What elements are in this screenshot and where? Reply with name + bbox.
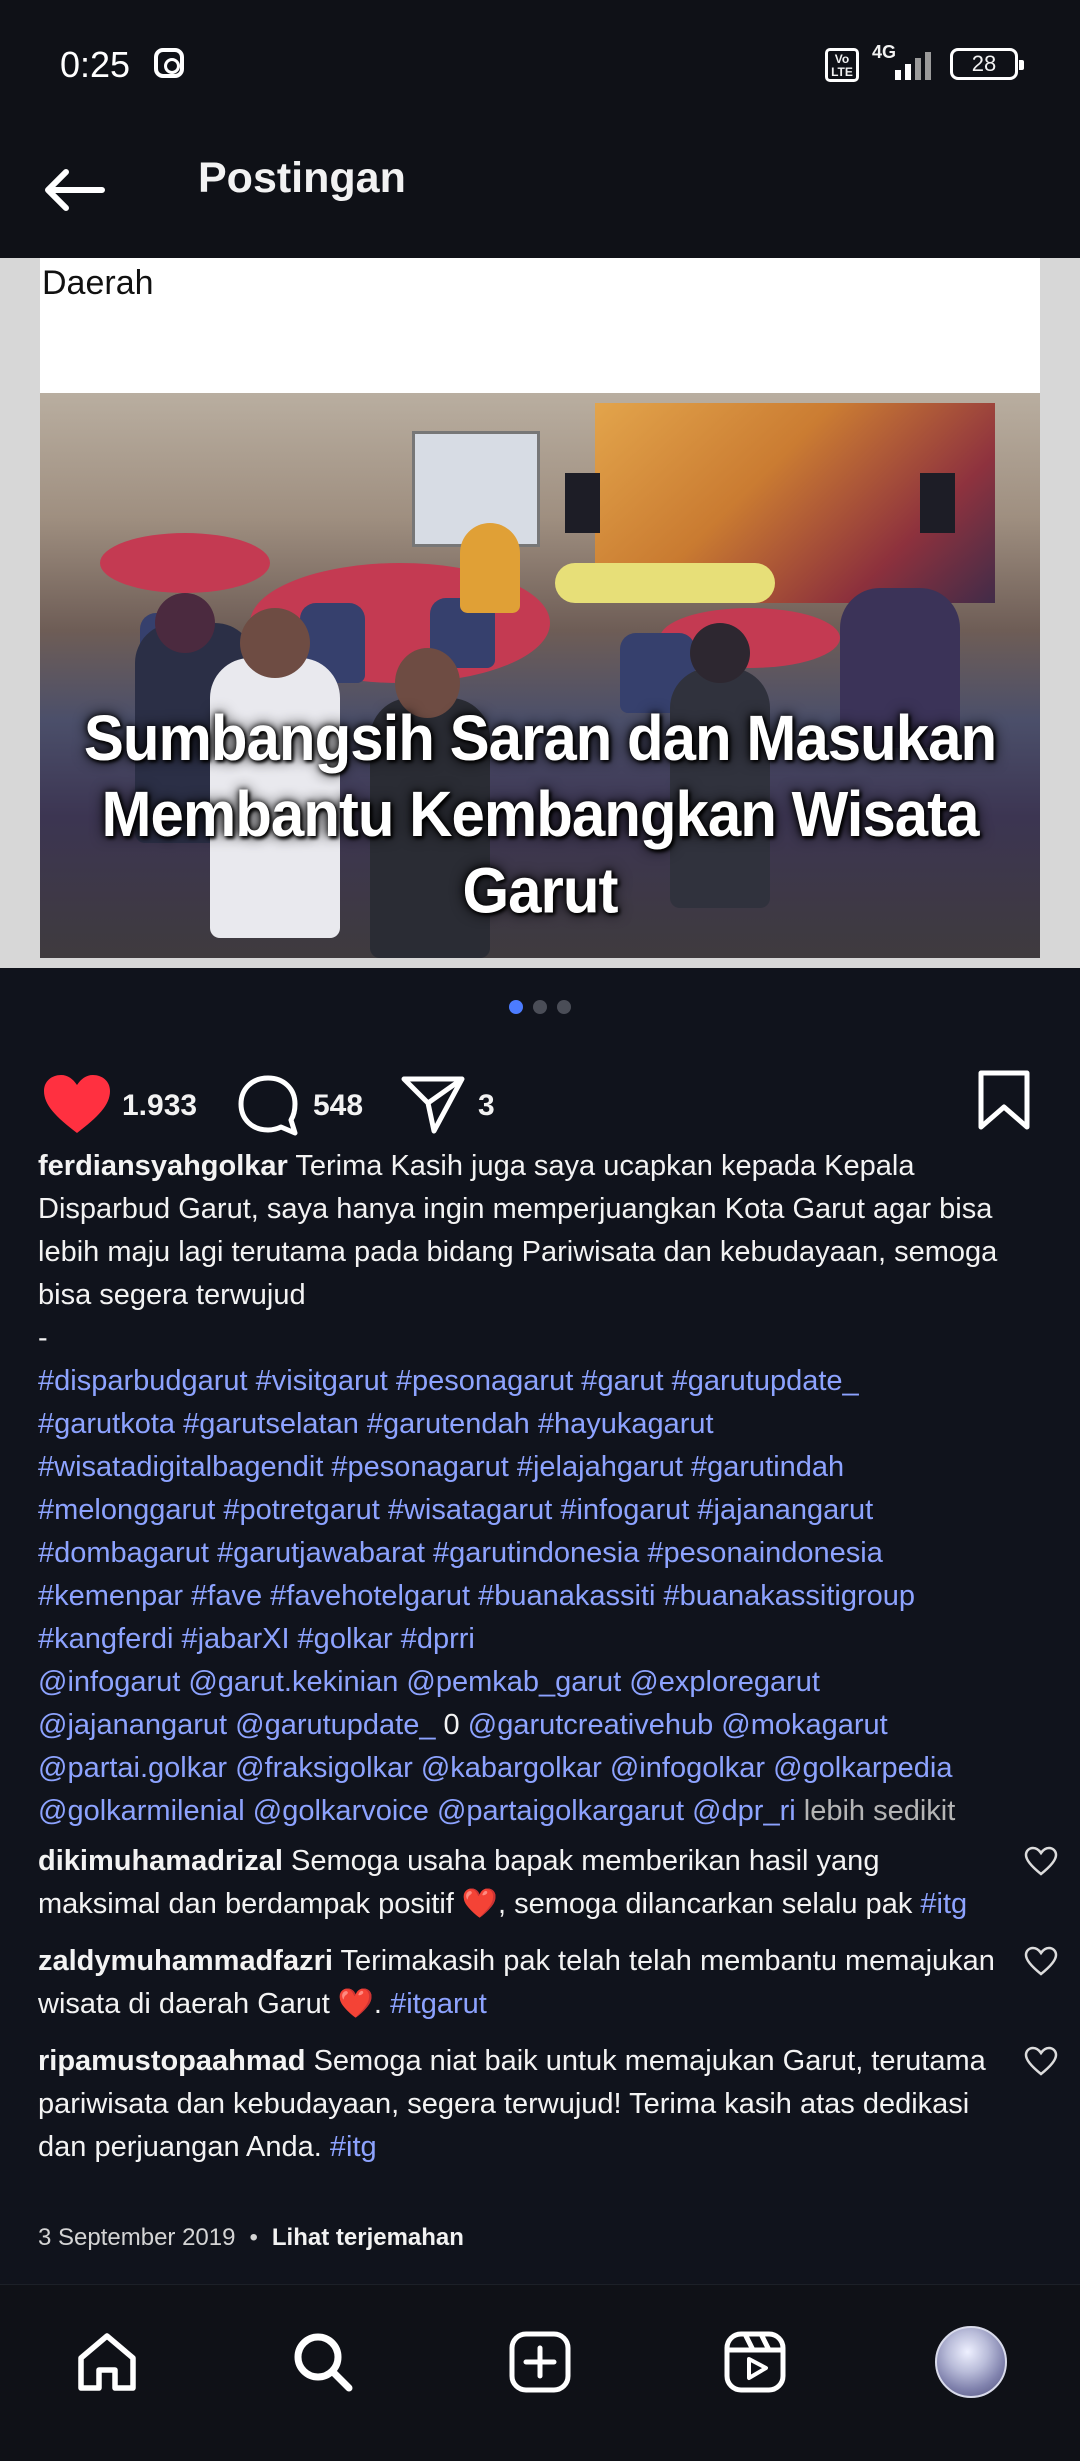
mention-line[interactable]: @infogarut @garut.kekinian @pemkab_garut… bbox=[38, 1661, 1048, 1704]
nav-home[interactable] bbox=[64, 2319, 150, 2405]
caption-separator: - bbox=[38, 1322, 48, 1354]
comment-hashtag[interactable]: #itgarut bbox=[390, 1988, 487, 2020]
carousel-indicator bbox=[509, 1000, 573, 1016]
post-date: 3 September 2019 bbox=[38, 2224, 236, 2251]
bookmark-icon[interactable] bbox=[976, 1069, 1032, 1131]
mention-line[interactable]: @jajanangarut @garutupdate_ bbox=[38, 1709, 436, 1741]
heart-outline-icon[interactable] bbox=[1024, 2046, 1058, 2076]
hashtag-line[interactable]: #wisatadigitalbagendit #pesonagarut #jel… bbox=[38, 1446, 1048, 1489]
nav-create[interactable] bbox=[497, 2319, 583, 2405]
nav-search[interactable] bbox=[280, 2319, 366, 2405]
post-meta: 3 September 2019 • Lihat terjemahan bbox=[38, 2224, 464, 2251]
see-translation-link[interactable]: Lihat terjemahan bbox=[272, 2224, 464, 2251]
image-top-text: Daerah bbox=[42, 264, 154, 302]
page-title: Postingan bbox=[198, 154, 406, 202]
hashtag-line[interactable]: #garutkota #garutselatan #garutendah #ha… bbox=[38, 1403, 1048, 1446]
network-type: 4G bbox=[872, 42, 897, 62]
mention-line[interactable]: @garutcreativehub @mokagarut bbox=[468, 1709, 888, 1741]
comment-count[interactable]: 548 bbox=[313, 1089, 363, 1123]
comment-username[interactable]: zaldymuhammadfazri bbox=[38, 1945, 333, 1977]
hashtag-line[interactable]: #kemenpar #fave #favehotelgarut #buanaka… bbox=[38, 1575, 1048, 1618]
comment-hashtag[interactable]: #itg bbox=[920, 1888, 967, 1920]
send-icon[interactable] bbox=[400, 1073, 466, 1135]
battery-icon: 28 bbox=[950, 48, 1024, 80]
hashtag-line[interactable]: #disparbudgarut #visitgarut #pesonagarut… bbox=[38, 1360, 1048, 1403]
nav-reels[interactable] bbox=[712, 2319, 798, 2405]
post-image-card: Daerah Sumbangsih Saran dan Masukan Memb… bbox=[40, 258, 1040, 958]
signal-icon bbox=[895, 50, 939, 80]
top-app-bar: Postingan bbox=[0, 130, 1080, 258]
reels-icon bbox=[724, 2331, 786, 2393]
post-caption: ferdiansyahgolkar Terima Kasih juga saya… bbox=[38, 1145, 1048, 1833]
comment-item: ripamustopaahmad Semoga niat baik untuk … bbox=[38, 2040, 1058, 2169]
instagram-notification-icon bbox=[154, 48, 184, 78]
image-caption-line-2: Membantu Kembangkan Wisata Garut bbox=[101, 778, 980, 927]
volte-icon: Vo LTE bbox=[825, 48, 859, 82]
show-less-link[interactable]: lebih sedikit bbox=[804, 1795, 956, 1827]
profile-avatar bbox=[935, 2326, 1007, 2398]
search-icon bbox=[294, 2333, 353, 2392]
mention-line[interactable]: @golkarmilenial @golkarvoice @partaigolk… bbox=[38, 1795, 796, 1827]
hashtag-line[interactable]: #melonggarut #potretgarut #wisatagarut #… bbox=[38, 1489, 1048, 1532]
hashtag-line[interactable]: #kangferdi #jabarXI #golkar #dprri bbox=[38, 1618, 1048, 1661]
comment-icon[interactable] bbox=[235, 1073, 301, 1139]
carousel-dot bbox=[533, 1000, 547, 1014]
comment-hashtag[interactable]: #itg bbox=[330, 2131, 377, 2163]
carousel-dot bbox=[557, 1000, 571, 1014]
status-time: 0:25 bbox=[60, 44, 131, 85]
home-icon bbox=[78, 2333, 136, 2391]
bottom-navigation bbox=[0, 2284, 1080, 2461]
mention-line[interactable]: @partai.golkar @fraksigolkar @kabargolka… bbox=[38, 1747, 1048, 1790]
comments-list: dikimuhamadrizal Semoga usaha bapak memb… bbox=[38, 1840, 1058, 2183]
comment-item: dikimuhamadrizal Semoga usaha bapak memb… bbox=[38, 1840, 1058, 1926]
hashtag-line[interactable]: #dombagarut #garutjawabarat #garutindone… bbox=[38, 1532, 1048, 1575]
nav-profile[interactable] bbox=[928, 2319, 1014, 2405]
heart-outline-icon[interactable] bbox=[1024, 1946, 1058, 1976]
carousel-dot-active bbox=[509, 1000, 523, 1014]
image-caption-line-1: Sumbangsih Saran dan Masukan bbox=[83, 702, 997, 774]
heart-outline-icon[interactable] bbox=[1024, 1846, 1058, 1876]
share-count[interactable]: 3 bbox=[478, 1089, 495, 1123]
like-count[interactable]: 1.933 bbox=[122, 1089, 197, 1123]
add-post-icon bbox=[509, 2331, 571, 2393]
comment-item: zaldymuhammadfazri Terimakasih pak telah… bbox=[38, 1940, 1058, 2026]
event-photo: Sumbangsih Saran dan Masukan Membantu Ke… bbox=[40, 393, 1040, 958]
comment-username[interactable]: ripamustopaahmad bbox=[38, 2045, 306, 2077]
arrow-left-icon[interactable] bbox=[40, 160, 110, 220]
heart-filled-icon[interactable] bbox=[42, 1073, 112, 1135]
post-media[interactable]: Daerah Sumbangsih Saran dan Masukan Memb… bbox=[0, 258, 1080, 968]
post-username[interactable]: ferdiansyahgolkar bbox=[38, 1150, 288, 1182]
comment-username[interactable]: dikimuhamadrizal bbox=[38, 1845, 283, 1877]
image-caption: Sumbangsih Saran dan Masukan Membantu Ke… bbox=[40, 701, 1040, 930]
mention-separator: 0 bbox=[435, 1709, 468, 1741]
status-bar: 0:25 Vo LTE 4G 28 bbox=[0, 0, 1080, 130]
